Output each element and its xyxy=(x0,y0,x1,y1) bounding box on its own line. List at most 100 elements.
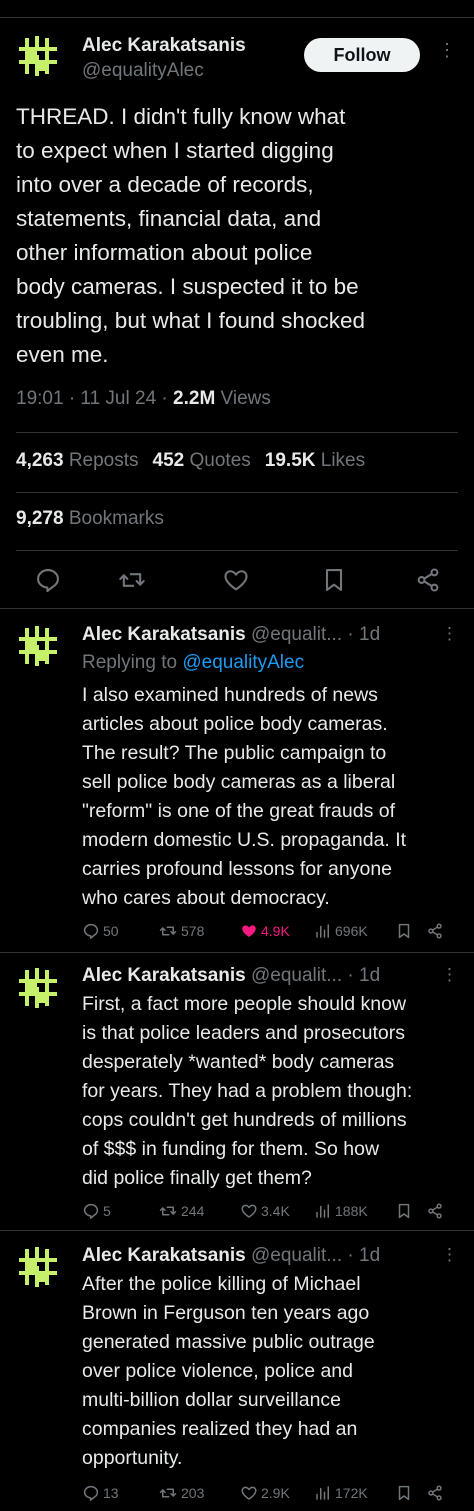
reply-button[interactable]: 13 xyxy=(82,1482,119,1504)
tweet-text: THREAD. I didn't fully know what to expe… xyxy=(16,104,365,367)
share-icon[interactable] xyxy=(414,566,442,594)
reply-avatar[interactable] xyxy=(16,624,60,668)
repost-button[interactable]: 578 xyxy=(158,920,204,942)
repost-button[interactable]: 203 xyxy=(158,1482,204,1504)
reply-count: 5 xyxy=(103,1203,111,1219)
divider xyxy=(16,492,458,493)
quotes-label: Quotes xyxy=(184,450,251,471)
likes-label: Likes xyxy=(315,450,366,471)
author-handle[interactable]: @equalityAlec xyxy=(82,60,204,82)
views-button[interactable]: 172K xyxy=(314,1482,368,1504)
heart-icon[interactable] xyxy=(222,566,250,594)
reply-icon[interactable] xyxy=(34,566,62,594)
reposts-label: Reposts xyxy=(63,450,139,471)
views-count: 696K xyxy=(335,923,368,939)
heart-icon xyxy=(241,1486,257,1500)
reply-author-name[interactable]: Alec Karakatsanis xyxy=(82,624,246,645)
more-icon[interactable]: ⋮ xyxy=(441,624,458,644)
bookmark-icon[interactable] xyxy=(395,1484,413,1502)
bookmarks-label: Bookmarks xyxy=(63,508,164,529)
likes-stat[interactable]: 19.5K Likes xyxy=(265,450,365,471)
bookmark-icon[interactable] xyxy=(320,566,348,594)
bookmarks-stat[interactable]: 9,278 Bookmarks xyxy=(16,508,164,530)
heart-icon xyxy=(241,1204,257,1218)
likes-count: 19.5K xyxy=(264,450,316,471)
reply-header: Alec Karakatsanis @equalit... · 1d xyxy=(82,965,380,987)
reply-text: After the police killing of Michael Brow… xyxy=(82,1273,375,1469)
quotes-count: 452 xyxy=(152,450,185,471)
reposts-stat[interactable]: 4,263 Reposts xyxy=(16,450,139,471)
like-button[interactable]: 2.9K xyxy=(240,1482,290,1504)
share-icon[interactable] xyxy=(426,922,444,940)
like-count: 4.9K xyxy=(261,923,290,939)
reply-author-handle[interactable]: @equalit... xyxy=(246,965,342,986)
tweet-meta: 19:01 · 11 Jul 24 · 2.2M Views xyxy=(16,388,271,410)
more-icon[interactable]: ⋮ xyxy=(441,965,458,985)
views-count: 2.2M xyxy=(173,388,216,409)
more-icon[interactable]: ⋮ xyxy=(441,1245,458,1265)
repost-icon xyxy=(159,1206,177,1216)
reply-avatar[interactable] xyxy=(16,1245,60,1289)
views-icon xyxy=(316,924,329,938)
reply-icon xyxy=(83,923,99,939)
reply-author-name[interactable]: Alec Karakatsanis xyxy=(82,1245,246,1266)
reply-header: Alec Karakatsanis @equalit... · 1d xyxy=(82,624,380,646)
like-count: 3.4K xyxy=(261,1203,290,1219)
bookmarks-count: 9,278 xyxy=(16,508,64,529)
reply-button[interactable]: 5 xyxy=(82,1200,111,1222)
author-avatar[interactable] xyxy=(16,34,60,78)
repost-button[interactable]: 244 xyxy=(158,1200,204,1222)
reply-author-name[interactable]: Alec Karakatsanis xyxy=(82,965,246,986)
like-button[interactable]: 3.4K xyxy=(240,1200,290,1222)
reply-count: 13 xyxy=(103,1485,119,1501)
share-icon[interactable] xyxy=(426,1484,444,1502)
reply-icon xyxy=(83,1203,99,1219)
reply-action-bar: 5 244 3.4K 188K xyxy=(82,1200,462,1222)
heart-icon xyxy=(242,925,256,937)
replying-to-link[interactable]: @equalityAlec xyxy=(182,652,304,673)
replying-to: Replying to @equalityAlec xyxy=(82,652,304,674)
engagement-stats: 4,263 Reposts 452 Quotes 19.5K Likes xyxy=(16,450,365,472)
reply-action-bar: 50 578 4.9K 696K xyxy=(82,920,462,942)
divider xyxy=(16,550,458,551)
reply-author-handle[interactable]: @equalit... xyxy=(246,1245,342,1266)
repost-icon xyxy=(159,1488,177,1498)
thread-divider xyxy=(0,1230,474,1231)
more-icon[interactable]: ⋮ xyxy=(438,41,456,59)
reply-text: I also examined hundreds of news article… xyxy=(82,684,407,909)
reply-author-handle[interactable]: @equalit... xyxy=(246,624,342,645)
top-divider xyxy=(0,0,474,18)
views-icon xyxy=(316,1204,329,1218)
quotes-stat[interactable]: 452 Quotes xyxy=(153,450,251,471)
bookmark-icon[interactable] xyxy=(395,1202,413,1220)
views-count: 188K xyxy=(335,1203,368,1219)
share-icon[interactable] xyxy=(426,1202,444,1220)
tweet-time[interactable]: 19:01 · 11 Jul 24 · xyxy=(16,388,173,409)
reply-count: 50 xyxy=(103,923,119,939)
author-name[interactable]: Alec Karakatsanis xyxy=(82,35,246,57)
follow-button[interactable]: Follow xyxy=(304,38,420,72)
repost-count: 578 xyxy=(181,923,205,939)
repost-count: 244 xyxy=(181,1203,205,1219)
reply-text: First, a fact more people should know is… xyxy=(82,993,413,1189)
views-label: Views xyxy=(215,388,271,409)
reply-age[interactable]: · 1d xyxy=(342,1245,380,1266)
divider xyxy=(16,432,458,433)
main-action-bar xyxy=(0,560,474,600)
reply-avatar[interactable] xyxy=(16,966,60,1010)
bookmark-icon[interactable] xyxy=(395,922,413,940)
reposts-count: 4,263 xyxy=(16,450,64,471)
views-button[interactable]: 188K xyxy=(314,1200,368,1222)
reply-age[interactable]: · 1d xyxy=(342,965,380,986)
views-count: 172K xyxy=(335,1485,368,1501)
reply-action-bar: 13 203 2.9K 172K xyxy=(82,1482,462,1504)
views-button[interactable]: 696K xyxy=(314,920,368,942)
reply-button[interactable]: 50 xyxy=(82,920,119,942)
reply-icon xyxy=(83,1485,99,1501)
reply-age[interactable]: · 1d xyxy=(342,624,380,645)
reply-header: Alec Karakatsanis @equalit... · 1d xyxy=(82,1245,380,1267)
repost-icon[interactable] xyxy=(118,566,146,594)
thread-divider xyxy=(0,952,474,953)
like-button[interactable]: 4.9K xyxy=(240,920,290,942)
thread-divider xyxy=(0,608,474,609)
